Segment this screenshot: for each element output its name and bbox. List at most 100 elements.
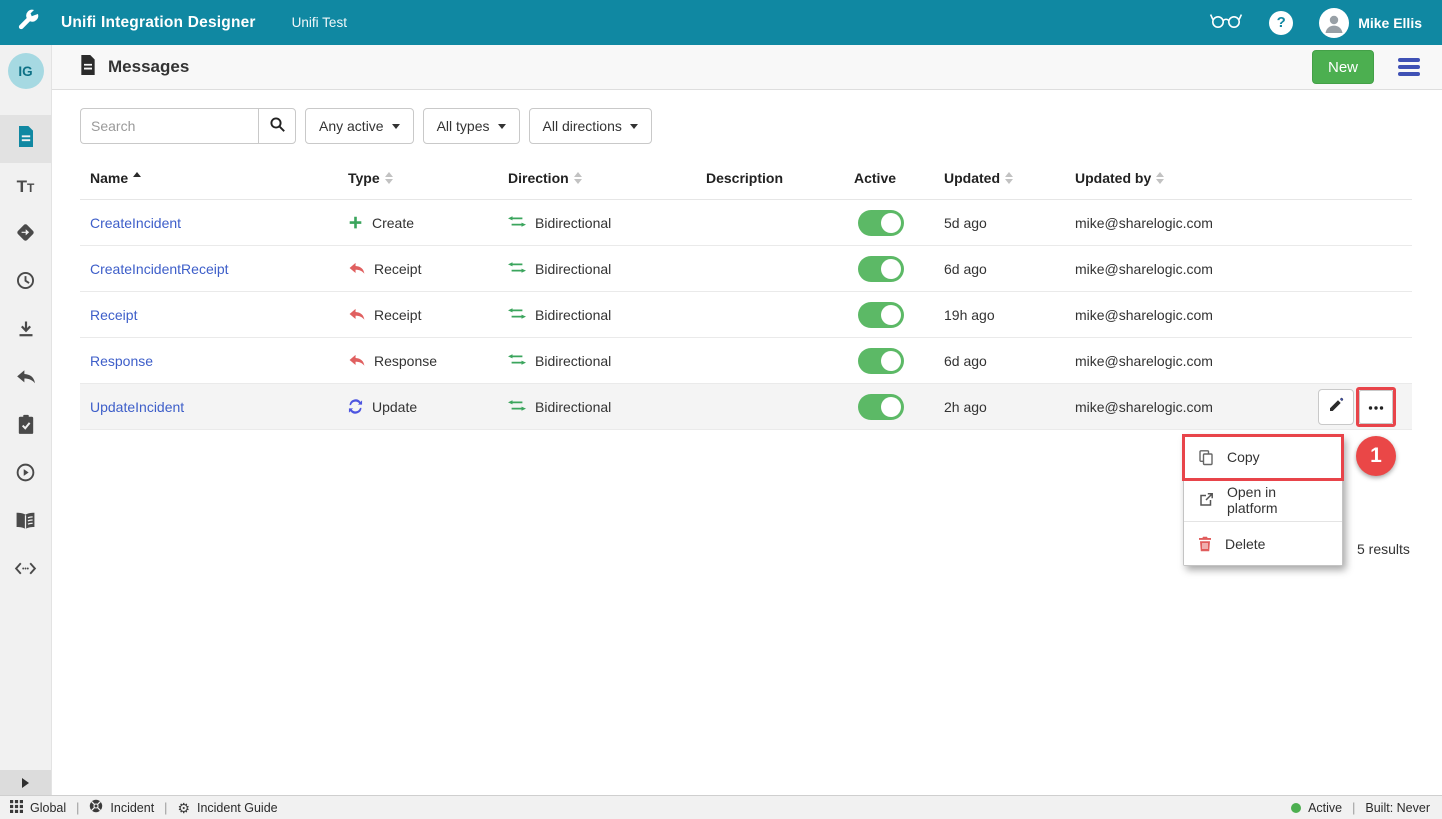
- context-menu-item[interactable]: Copy: [1184, 436, 1342, 479]
- column-header[interactable]: Direction: [498, 170, 696, 186]
- active-toggle[interactable]: [858, 348, 904, 374]
- sort-icon: [133, 172, 141, 184]
- edit-button[interactable]: [1318, 389, 1354, 425]
- menu-item-label: Delete: [1225, 536, 1265, 552]
- message-name-link[interactable]: Response: [90, 353, 153, 369]
- sidebar-item-run[interactable]: [0, 451, 51, 499]
- chevron-down-icon: [498, 124, 506, 129]
- sidebar-item-transform[interactable]: [0, 211, 51, 259]
- column-header[interactable]: Type: [338, 170, 498, 186]
- message-name-link[interactable]: Receipt: [90, 307, 137, 323]
- sidebar-item-documentation[interactable]: [0, 499, 51, 547]
- plus-icon: [348, 215, 363, 230]
- table-row[interactable]: Receipt Receipt Bidirectional 19h ago mi…: [80, 292, 1412, 338]
- context-menu: Copy Open in platform Delete: [1183, 435, 1343, 566]
- integration-label[interactable]: Incident Guide: [197, 801, 278, 815]
- active-toggle[interactable]: [858, 210, 904, 236]
- table-row[interactable]: Response Response Bidirectional 6d ago m…: [80, 338, 1412, 384]
- type-filter-dropdown[interactable]: All types: [423, 108, 520, 144]
- environment-label[interactable]: Unifi Test: [292, 15, 347, 30]
- new-button[interactable]: New: [1312, 50, 1374, 84]
- direction-filter-dropdown[interactable]: All directions: [529, 108, 652, 144]
- annotation-badge: 1: [1356, 436, 1396, 476]
- scope-label[interactable]: Global: [30, 801, 66, 815]
- reply-icon: [348, 353, 365, 368]
- play-circle-icon: [15, 462, 36, 488]
- trash-icon: [1198, 536, 1212, 552]
- column-header[interactable]: Updated by: [1065, 170, 1310, 186]
- bidirectional-icon: [508, 307, 526, 323]
- table-row[interactable]: UpdateIncident Update Bidirectional 2h a…: [80, 384, 1412, 430]
- column-header[interactable]: Description: [696, 170, 844, 186]
- user-avatar[interactable]: [1319, 8, 1349, 38]
- gear-icon: ⚙: [177, 801, 190, 815]
- page-title: Messages: [108, 57, 189, 77]
- search-input[interactable]: [80, 108, 258, 144]
- app-label[interactable]: Incident: [110, 801, 154, 815]
- sort-icon: [1156, 172, 1164, 184]
- help-icon[interactable]: ?: [1269, 11, 1293, 35]
- search-icon: [269, 116, 286, 136]
- table-row[interactable]: CreateIncident Create Bidirectional 5d a…: [80, 200, 1412, 246]
- updated-label: 19h ago: [934, 307, 1065, 323]
- menu-item-label: Copy: [1227, 449, 1260, 465]
- column-label: Updated by: [1075, 170, 1151, 186]
- updated-by-label: mike@sharelogic.com: [1065, 399, 1310, 415]
- menu-icon[interactable]: [1398, 55, 1420, 80]
- status-label: Active: [1308, 801, 1342, 815]
- direction-label: Bidirectional: [535, 307, 611, 323]
- direction-label: Bidirectional: [535, 353, 611, 369]
- active-filter-dropdown[interactable]: Any active: [305, 108, 414, 144]
- column-label: Name: [90, 170, 128, 186]
- workspace-avatar[interactable]: IG: [8, 53, 44, 89]
- active-toggle[interactable]: [858, 394, 904, 420]
- table-row[interactable]: CreateIncidentReceipt Receipt Bidirectio…: [80, 246, 1412, 292]
- history-icon: [15, 270, 36, 296]
- pencil-icon: [1328, 397, 1344, 416]
- sidebar-item-history[interactable]: [0, 259, 51, 307]
- external-link-icon: [1198, 492, 1214, 508]
- user-name[interactable]: Mike Ellis: [1358, 15, 1422, 31]
- active-toggle[interactable]: [858, 256, 904, 282]
- search-button[interactable]: [258, 108, 296, 144]
- sidebar-item-messages[interactable]: [0, 115, 51, 163]
- sidebar-expand-button[interactable]: [0, 770, 51, 795]
- message-name-link[interactable]: CreateIncidentReceipt: [90, 261, 229, 277]
- glasses-icon[interactable]: [1209, 10, 1243, 35]
- bidirectional-icon: [508, 353, 526, 369]
- separator: |: [1352, 801, 1355, 815]
- sidebar-item-fields[interactable]: TT: [0, 163, 51, 211]
- column-header[interactable]: Active: [844, 170, 934, 186]
- grid-icon: [10, 800, 23, 816]
- context-menu-item[interactable]: Delete: [1184, 522, 1342, 565]
- sidebar-item-reply[interactable]: [0, 355, 51, 403]
- send-diamond-icon: [15, 222, 36, 248]
- updated-label: 6d ago: [934, 353, 1065, 369]
- more-actions-button[interactable]: [1359, 390, 1393, 424]
- sidebar-item-tasks[interactable]: [0, 403, 51, 451]
- column-label: Type: [348, 170, 380, 186]
- bidirectional-icon: [508, 215, 526, 231]
- active-toggle[interactable]: [858, 302, 904, 328]
- message-name-link[interactable]: CreateIncident: [90, 215, 181, 231]
- incident-app-icon: [89, 799, 103, 816]
- column-label: Description: [706, 170, 783, 186]
- messages-icon: [80, 55, 96, 80]
- column-header[interactable]: Name: [80, 170, 338, 186]
- sort-icon: [1005, 172, 1013, 184]
- status-bar: Global | Incident | ⚙ Incident Guide Act…: [0, 795, 1442, 819]
- reply-icon: [348, 261, 365, 276]
- sidebar-item-download[interactable]: [0, 307, 51, 355]
- message-name-link[interactable]: UpdateIncident: [90, 399, 184, 415]
- updated-label: 5d ago: [934, 215, 1065, 231]
- context-menu-item[interactable]: Open in platform: [1184, 479, 1342, 522]
- sidebar-item-code[interactable]: [0, 547, 51, 595]
- updated-by-label: mike@sharelogic.com: [1065, 353, 1310, 369]
- bidirectional-icon: [508, 261, 526, 277]
- column-header[interactable]: Updated: [934, 170, 1065, 186]
- table-header-row: Name Type Direction Description Active U…: [80, 156, 1412, 200]
- built-label: Built: Never: [1365, 801, 1430, 815]
- caret-right-icon: [22, 778, 29, 788]
- clipboard-check-icon: [17, 414, 35, 440]
- updated-by-label: mike@sharelogic.com: [1065, 307, 1310, 323]
